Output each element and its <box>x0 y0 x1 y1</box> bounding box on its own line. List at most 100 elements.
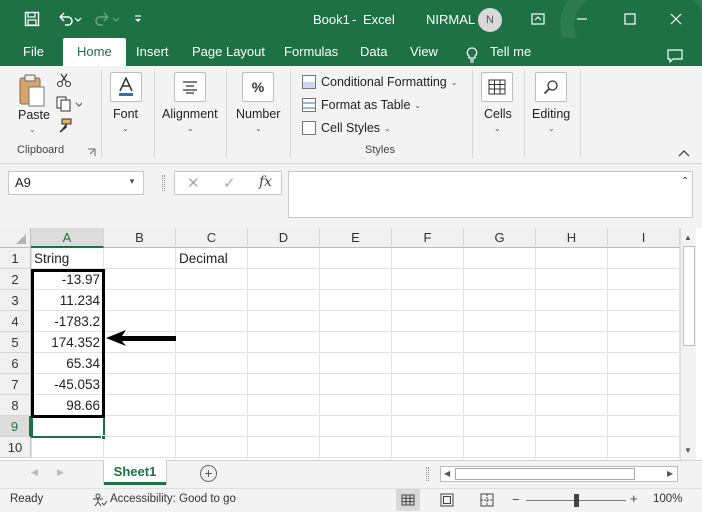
number-button[interactable]: Number <box>236 107 280 121</box>
scroll-sheets-left-icon[interactable]: ◀ <box>31 467 38 478</box>
alignment-dropdown-chevron-icon[interactable]: ⌄ <box>187 124 194 133</box>
normal-view-icon[interactable] <box>396 489 420 511</box>
copy-icon[interactable] <box>56 96 83 115</box>
number-dropdown-chevron-icon[interactable]: ⌄ <box>255 124 262 133</box>
scroll-down-icon[interactable]: ▼ <box>684 446 692 455</box>
close-icon[interactable] <box>664 0 688 38</box>
scroll-up-icon[interactable]: ▲ <box>684 233 692 242</box>
column-header-h[interactable]: H <box>536 228 608 248</box>
tab-page-layout[interactable]: Page Layout <box>192 38 265 66</box>
user-name[interactable]: NIRMAL <box>426 12 475 27</box>
accessibility-icon[interactable] <box>92 493 108 510</box>
formula-input[interactable] <box>288 171 693 218</box>
cells-button[interactable]: Cells <box>484 107 512 121</box>
collapse-ribbon-icon[interactable] <box>678 146 690 160</box>
maximize-icon[interactable] <box>618 0 642 38</box>
tab-data[interactable]: Data <box>360 38 387 66</box>
row-header-6[interactable]: 6 <box>0 353 31 374</box>
editing-dropdown-chevron-icon[interactable]: ⌄ <box>548 124 555 133</box>
paste-icon[interactable] <box>17 74 47 111</box>
alignment-button[interactable]: Alignment <box>162 107 218 121</box>
page-layout-view-icon[interactable] <box>440 493 454 510</box>
cell-c1[interactable]: Decimal <box>176 248 248 269</box>
row-header-8[interactable]: 8 <box>0 395 31 416</box>
scroll-right-icon[interactable]: ▶ <box>667 469 673 478</box>
select-all-corner[interactable] <box>0 228 31 248</box>
font-button[interactable]: Font <box>113 107 138 121</box>
undo-icon[interactable] <box>52 0 86 38</box>
row-header-2[interactable]: 2 <box>0 269 31 290</box>
row-header-1[interactable]: 1 <box>0 248 31 269</box>
ribbon-display-options-icon[interactable] <box>526 0 550 38</box>
font-icon[interactable] <box>110 72 142 102</box>
cell-styles-button[interactable]: Cell Styles ⌄ <box>302 118 391 138</box>
row-header-4[interactable]: 4 <box>0 311 31 332</box>
avatar[interactable]: N <box>478 8 502 32</box>
column-header-f[interactable]: F <box>392 228 464 248</box>
row-header-7[interactable]: 7 <box>0 374 31 395</box>
customize-toolbar-icon[interactable] <box>130 0 146 38</box>
row-header-9[interactable]: 9 <box>0 416 31 437</box>
name-box-chevron-icon[interactable]: ▼ <box>128 177 136 186</box>
horizontal-scrollbar[interactable]: ◀ ▶ <box>440 466 678 482</box>
tab-formulas[interactable]: Formulas <box>284 38 338 66</box>
fill-handle[interactable] <box>101 435 106 440</box>
column-header-i[interactable]: I <box>608 228 680 248</box>
tab-split-handle[interactable] <box>426 467 429 481</box>
save-icon[interactable] <box>20 0 44 38</box>
minimize-icon[interactable] <box>570 0 594 38</box>
column-header-b[interactable]: B <box>104 228 176 248</box>
name-box[interactable]: A9 <box>8 171 144 195</box>
accessibility-status[interactable]: Accessibility: Good to go <box>110 493 236 505</box>
paste-button[interactable]: Paste <box>18 108 50 122</box>
column-header-c[interactable]: C <box>176 228 248 248</box>
tab-home[interactable]: Home <box>63 38 126 66</box>
sheet-tab-sheet1[interactable]: Sheet1 <box>104 460 166 485</box>
cells-dropdown-chevron-icon[interactable]: ⌄ <box>494 124 501 133</box>
insert-function-icon[interactable]: fx <box>259 174 272 190</box>
zoom-out-icon[interactable]: − <box>512 492 520 507</box>
column-header-g[interactable]: G <box>464 228 536 248</box>
cell-grid[interactable] <box>31 248 680 458</box>
row-header-10[interactable]: 10 <box>0 437 31 458</box>
cell-a1[interactable]: String <box>31 248 104 269</box>
conditional-formatting-button[interactable]: Conditional Formatting ⌄ <box>302 72 457 92</box>
tab-view[interactable]: View <box>410 38 438 66</box>
formula-bar-grip-icon[interactable] <box>162 175 165 191</box>
cells-icon[interactable] <box>481 72 513 102</box>
scroll-left-icon[interactable]: ◀ <box>444 469 450 478</box>
percent-icon[interactable]: % <box>242 72 274 102</box>
expand-formula-bar-icon[interactable]: ⌃ <box>681 176 689 187</box>
clipboard-launcher-icon[interactable] <box>87 146 96 160</box>
column-header-e[interactable]: E <box>320 228 392 248</box>
cancel-entry-icon[interactable]: ✕ <box>187 174 200 192</box>
comments-icon[interactable] <box>667 45 683 64</box>
confirm-entry-icon[interactable]: ✓ <box>223 174 236 192</box>
format-painter-icon[interactable] <box>56 118 72 137</box>
new-sheet-button[interactable]: + <box>200 465 217 482</box>
search-icon[interactable] <box>535 72 567 102</box>
row-header-5[interactable]: 5 <box>0 332 31 353</box>
redo-icon[interactable] <box>90 0 124 38</box>
editing-button[interactable]: Editing <box>532 107 570 121</box>
paste-dropdown-chevron-icon[interactable]: ⌄ <box>29 125 36 134</box>
tell-me-search[interactable]: Tell me <box>490 38 531 66</box>
zoom-slider-thumb[interactable] <box>574 494 579 507</box>
cut-icon[interactable] <box>56 72 72 91</box>
vertical-scroll-thumb[interactable] <box>683 246 695 346</box>
column-header-d[interactable]: D <box>248 228 320 248</box>
row-header-3[interactable]: 3 <box>0 290 31 311</box>
page-break-preview-icon[interactable] <box>480 493 494 510</box>
vertical-scrollbar[interactable]: ▲ ▼ <box>680 228 696 460</box>
font-dropdown-chevron-icon[interactable]: ⌄ <box>122 124 129 133</box>
tab-insert[interactable]: Insert <box>136 38 169 66</box>
scroll-sheets-right-icon[interactable]: ▶ <box>57 467 64 478</box>
alignment-icon[interactable] <box>174 72 206 102</box>
horizontal-scroll-thumb[interactable] <box>455 468 635 480</box>
column-header-a[interactable]: A <box>31 228 104 248</box>
tab-file[interactable]: File <box>23 38 44 66</box>
zoom-level[interactable]: 100% <box>653 493 682 505</box>
format-as-table-button[interactable]: Format as Table ⌄ <box>302 95 421 115</box>
selected-cell-a9[interactable] <box>31 416 105 438</box>
zoom-in-icon[interactable]: + <box>630 491 638 506</box>
